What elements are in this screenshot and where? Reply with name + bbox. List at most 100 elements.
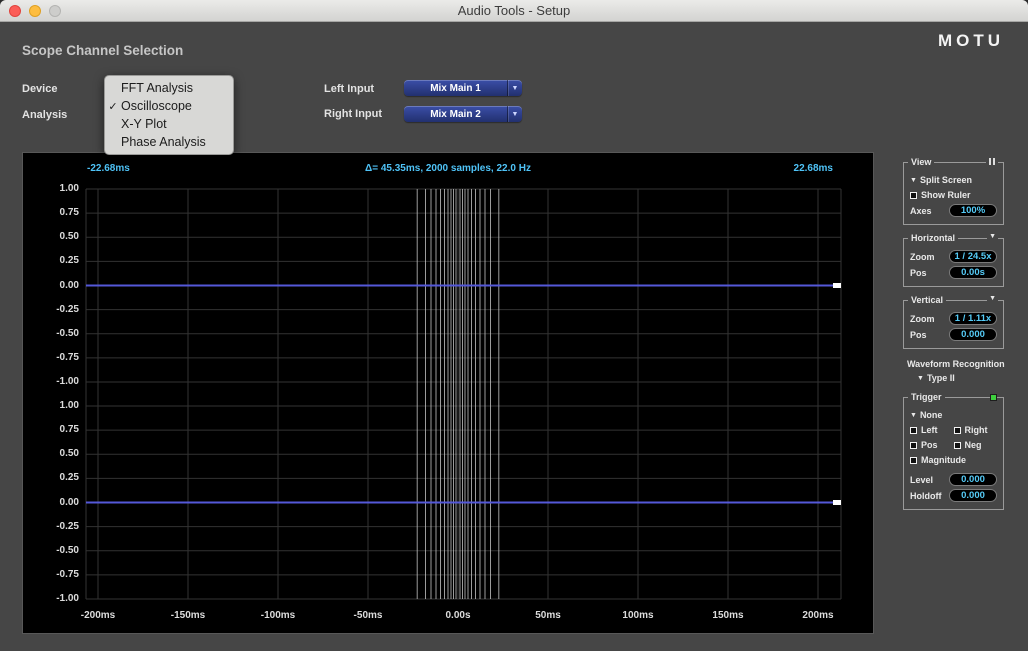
trigger-right-control: Right	[953, 425, 998, 435]
fullscreen-button[interactable]	[49, 5, 61, 17]
trigger-group: Trigger ▼ None Left Right Pos Neg Magnit…	[903, 392, 1004, 510]
main-content: Scope Channel Selection MOTU Device Anal…	[0, 22, 1028, 651]
trigger-left-checkbox[interactable]	[910, 426, 917, 434]
show-ruler-control: Show Ruler	[910, 189, 997, 201]
horizontal-pos-label: Pos	[910, 267, 927, 278]
trigger-group-title: Trigger	[908, 392, 945, 402]
trigger-left-control: Left	[910, 425, 954, 435]
show-ruler-checkbox[interactable]	[910, 191, 917, 199]
split-screen-label: Split Screen	[919, 175, 972, 185]
scope-grid	[85, 188, 842, 600]
menu-item-label: Phase Analysis	[121, 135, 206, 149]
menu-item-fft-analysis[interactable]: FFT Analysis	[105, 79, 233, 97]
motu-logo: MOTU	[937, 31, 1004, 50]
trigger-slope-row: Pos Neg	[910, 439, 997, 451]
trigger-level-control: Level 0.000	[910, 473, 997, 486]
trigger-channel-row: Left Right	[910, 424, 997, 436]
device-label: Device	[22, 83, 58, 95]
horizontal-pos-value[interactable]: 0.00s	[949, 266, 997, 279]
horizontal-group-title: Horizontal	[908, 233, 958, 243]
horizontal-pos-control: Pos 0.00s	[910, 266, 997, 279]
trigger-right-label: Right	[964, 425, 988, 435]
panel-grip-icon[interactable]	[986, 158, 998, 165]
trigger-magnitude-label: Magnitude	[921, 455, 966, 465]
vertical-group-title: Vertical	[908, 295, 947, 305]
trigger-holdoff-value[interactable]: 0.000	[949, 489, 997, 502]
trigger-mode-control[interactable]: ▼ None	[910, 409, 997, 421]
split-screen-control[interactable]: ▼ Split Screen	[910, 174, 997, 186]
waveform-recognition-section: Waveform Recognition ▼ Type II	[903, 359, 1005, 384]
traffic-lights	[9, 5, 61, 17]
vertical-zoom-label: Zoom	[910, 313, 935, 324]
menu-item-label: Oscilloscope	[121, 99, 192, 113]
right-input-label: Right Input	[324, 108, 383, 120]
left-input-select[interactable]: Mix Main 1 ▼	[404, 80, 522, 96]
window-title: Audio Tools - Setup	[457, 3, 571, 18]
menu-item-label: X-Y Plot	[121, 117, 167, 131]
trigger-pos-label: Pos	[921, 440, 938, 450]
trace-handle[interactable]	[833, 500, 841, 505]
trigger-left-label: Left	[921, 425, 938, 435]
trigger-pos-checkbox[interactable]	[910, 441, 917, 449]
close-button[interactable]	[9, 5, 21, 17]
chevron-down-icon: ▼	[507, 80, 522, 96]
analysis-menu: FFT Analysis ✓ Oscilloscope X-Y Plot Phase A…	[104, 75, 234, 155]
vertical-zoom-control: Zoom 1 / 1.11x	[910, 312, 997, 325]
trigger-pos-control: Pos	[910, 440, 954, 450]
menu-item-label: FFT Analysis	[121, 81, 194, 95]
disclosure-triangle-icon[interactable]: ▼	[987, 295, 998, 302]
trigger-holdoff-control: Holdoff 0.000	[910, 489, 997, 502]
minimize-button[interactable]	[29, 5, 41, 17]
waveform-recognition-title: Waveform Recognition	[907, 359, 1005, 369]
page-title: Scope Channel Selection	[22, 43, 184, 58]
trigger-level-label: Level	[910, 474, 934, 485]
vertical-pos-label: Pos	[910, 329, 927, 340]
analysis-label: Analysis	[22, 109, 68, 121]
delta-readout: Δ= 45.35ms, 2000 samples, 22.0 Hz	[365, 163, 531, 174]
trigger-magnitude-checkbox[interactable]	[910, 456, 917, 464]
trigger-level-value[interactable]: 0.000	[949, 473, 997, 486]
view-group-title: View	[908, 157, 935, 167]
vertical-pos-value[interactable]: 0.000	[949, 328, 997, 341]
trigger-magnitude-control: Magnitude	[910, 454, 997, 466]
app-window: Audio Tools - Setup Scope Channel Select…	[0, 0, 1028, 651]
vertical-zoom-value[interactable]: 1 / 1.11x	[949, 312, 997, 325]
left-input-label: Left Input	[324, 83, 375, 95]
horizontal-zoom-value[interactable]: 1 / 24.5x	[949, 250, 997, 263]
trigger-holdoff-label: Holdoff	[910, 490, 942, 501]
trigger-neg-control: Neg	[953, 440, 998, 450]
show-ruler-label: Show Ruler	[921, 190, 971, 200]
checkmark-icon: ✓	[108, 100, 118, 113]
right-input-value: Mix Main 2	[430, 108, 481, 120]
disclosure-triangle-icon: ▼	[910, 411, 917, 419]
menu-item-x-y-plot[interactable]: X-Y Plot	[105, 115, 233, 133]
left-input-value: Mix Main 1	[430, 82, 481, 94]
trigger-mode-label: None	[919, 410, 943, 420]
control-panel: View ▼ Split Screen Show Ruler Axes 100%…	[903, 157, 1005, 510]
waveform-type-label: Type II	[926, 373, 955, 383]
oscilloscope-display: -22.68ms Δ= 45.35ms, 2000 samples, 22.0 …	[22, 152, 874, 634]
waveform-type-control[interactable]: ▼ Type II	[909, 372, 1002, 384]
chevron-down-icon: ▼	[507, 106, 522, 122]
horizontal-zoom-label: Zoom	[910, 251, 935, 262]
vertical-group: Vertical ▼ Zoom 1 / 1.11x Pos 0.000	[903, 295, 1004, 349]
trigger-right-checkbox[interactable]	[953, 426, 961, 434]
axes-control: Axes 100%	[910, 204, 997, 217]
titlebar: Audio Tools - Setup	[0, 0, 1028, 22]
trigger-neg-checkbox[interactable]	[953, 441, 961, 449]
disclosure-triangle-icon: ▼	[917, 374, 924, 382]
right-time-readout: 22.68ms	[793, 163, 833, 174]
axes-label: Axes	[910, 205, 932, 216]
axes-value[interactable]: 100%	[949, 204, 997, 217]
horizontal-group: Horizontal ▼ Zoom 1 / 24.5x Pos 0.00s	[903, 233, 1004, 287]
trigger-neg-label: Neg	[964, 440, 982, 450]
trigger-led-indicator	[990, 394, 997, 401]
horizontal-zoom-control: Zoom 1 / 24.5x	[910, 250, 997, 263]
disclosure-triangle-icon: ▼	[910, 176, 917, 184]
view-group: View ▼ Split Screen Show Ruler Axes 100%	[903, 157, 1004, 225]
trace-handle[interactable]	[833, 283, 841, 288]
right-input-select[interactable]: Mix Main 2 ▼	[404, 106, 522, 122]
disclosure-triangle-icon[interactable]: ▼	[987, 233, 998, 240]
menu-item-oscilloscope[interactable]: ✓ Oscilloscope	[105, 97, 233, 115]
menu-item-phase-analysis[interactable]: Phase Analysis	[105, 133, 233, 151]
